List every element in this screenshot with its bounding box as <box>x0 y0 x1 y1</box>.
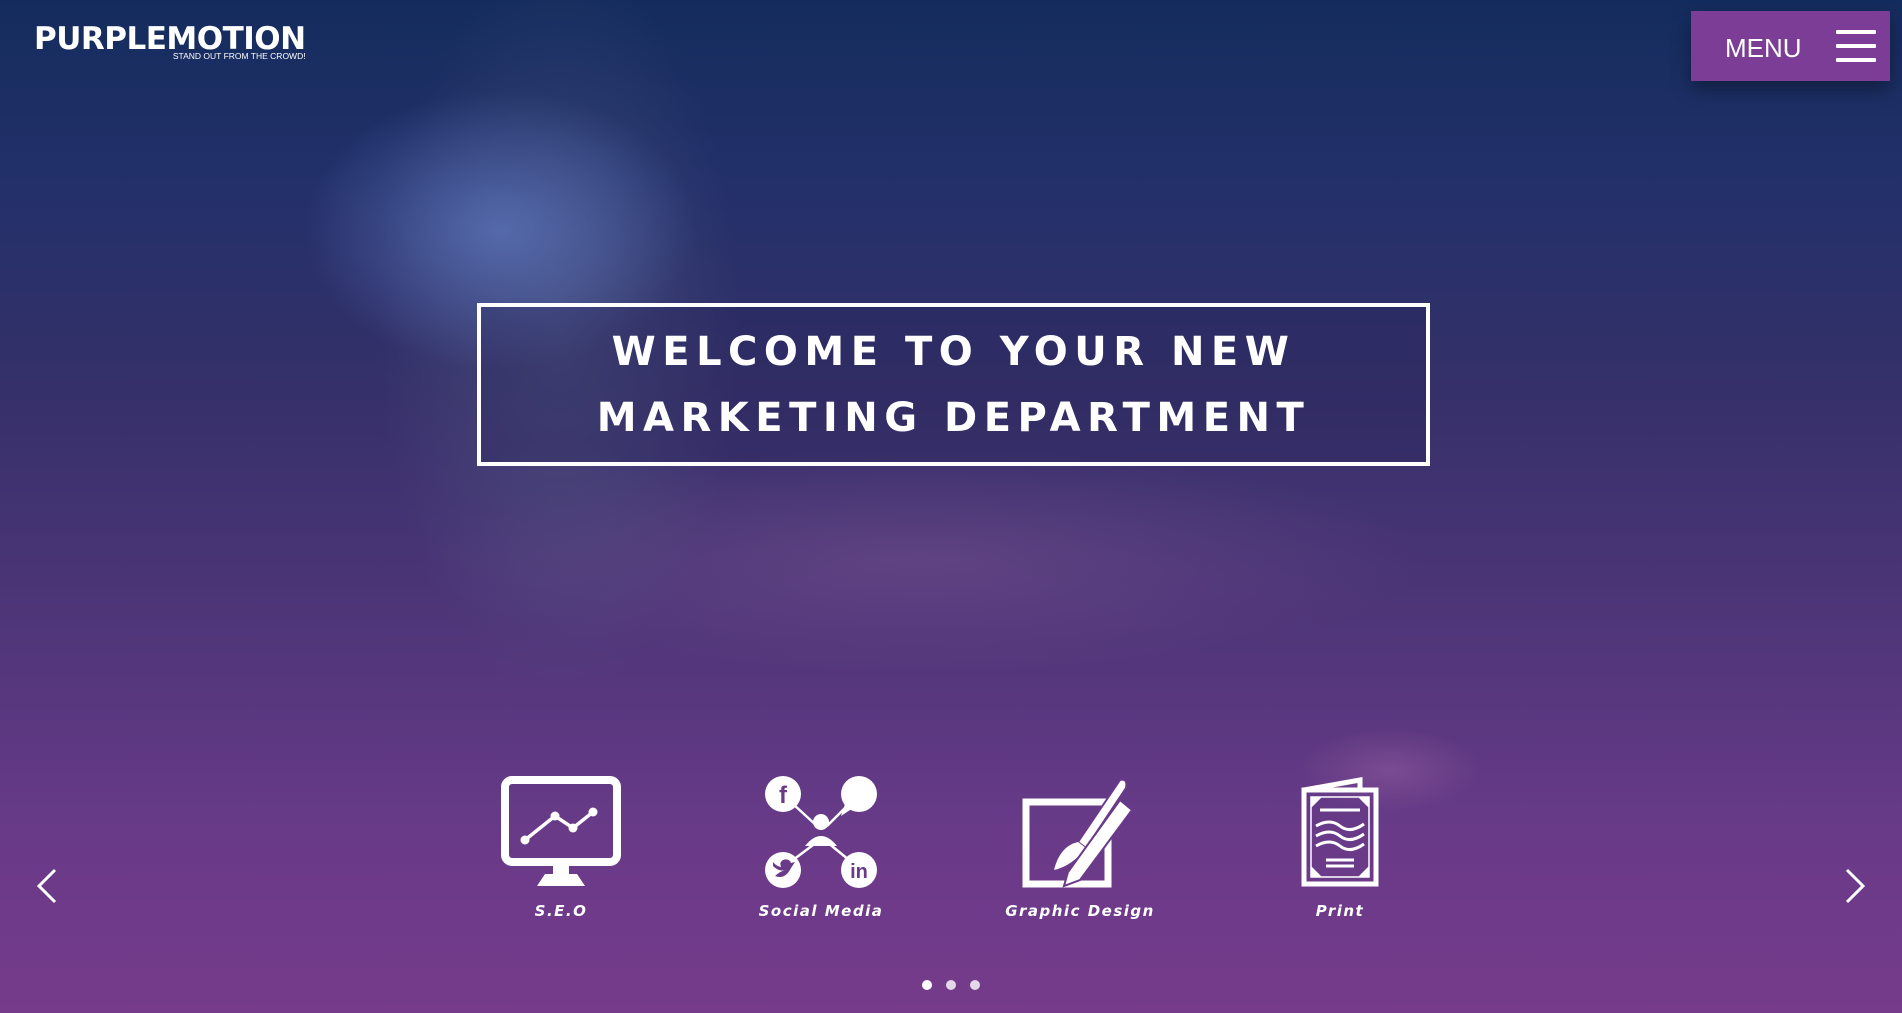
brand-logo[interactable]: PURPLEMOTION STAND OUT FROM THE CROWD! <box>34 22 306 61</box>
service-label: Graphic Design <box>1005 902 1155 920</box>
social-media-network-icon: f in <box>765 776 877 888</box>
seo-monitor-icon <box>501 776 621 886</box>
graphic-design-icon <box>1022 778 1134 888</box>
svg-text:f: f <box>779 782 788 809</box>
hero-heading-line-2: MARKETING DEPARTMENT <box>596 394 1311 441</box>
carousel-dot-2[interactable] <box>946 980 956 990</box>
hero-heading-line-1: WELCOME TO YOUR NEW <box>611 328 1296 375</box>
hero-banner: WELCOME TO YOUR NEW MARKETING DEPARTMENT <box>477 303 1430 466</box>
brand-tagline: STAND OUT FROM THE CROWD! <box>172 51 306 61</box>
menu-label: MENU <box>1725 33 1802 63</box>
service-seo[interactable]: S.E.O <box>461 776 661 920</box>
services-carousel: S.E.O f in Social Media Graphic Design P… <box>0 776 1902 946</box>
service-label: Social Media <box>758 902 884 920</box>
carousel-dot-1[interactable] <box>922 980 932 990</box>
carousel-dot-3[interactable] <box>970 980 980 990</box>
service-graphic-design[interactable]: Graphic Design <box>980 776 1180 920</box>
chevron-right-icon <box>1845 868 1866 904</box>
carousel-prev-button[interactable] <box>33 866 63 906</box>
print-brochure-icon <box>1301 777 1379 887</box>
service-label: S.E.O <box>534 902 588 920</box>
carousel-pagination <box>922 980 980 990</box>
service-social-media[interactable]: f in Social Media <box>721 776 921 920</box>
service-label: Print <box>1315 902 1365 920</box>
service-print[interactable]: Print <box>1240 776 1440 920</box>
landing-page: PURPLEMOTION STAND OUT FROM THE CROWD! M… <box>0 0 1902 1013</box>
carousel-next-button[interactable] <box>1839 866 1869 906</box>
hamburger-icon <box>1836 30 1876 62</box>
menu-button[interactable]: MENU <box>1691 11 1890 81</box>
svg-text:in: in <box>850 861 868 883</box>
chevron-left-icon <box>36 868 57 904</box>
